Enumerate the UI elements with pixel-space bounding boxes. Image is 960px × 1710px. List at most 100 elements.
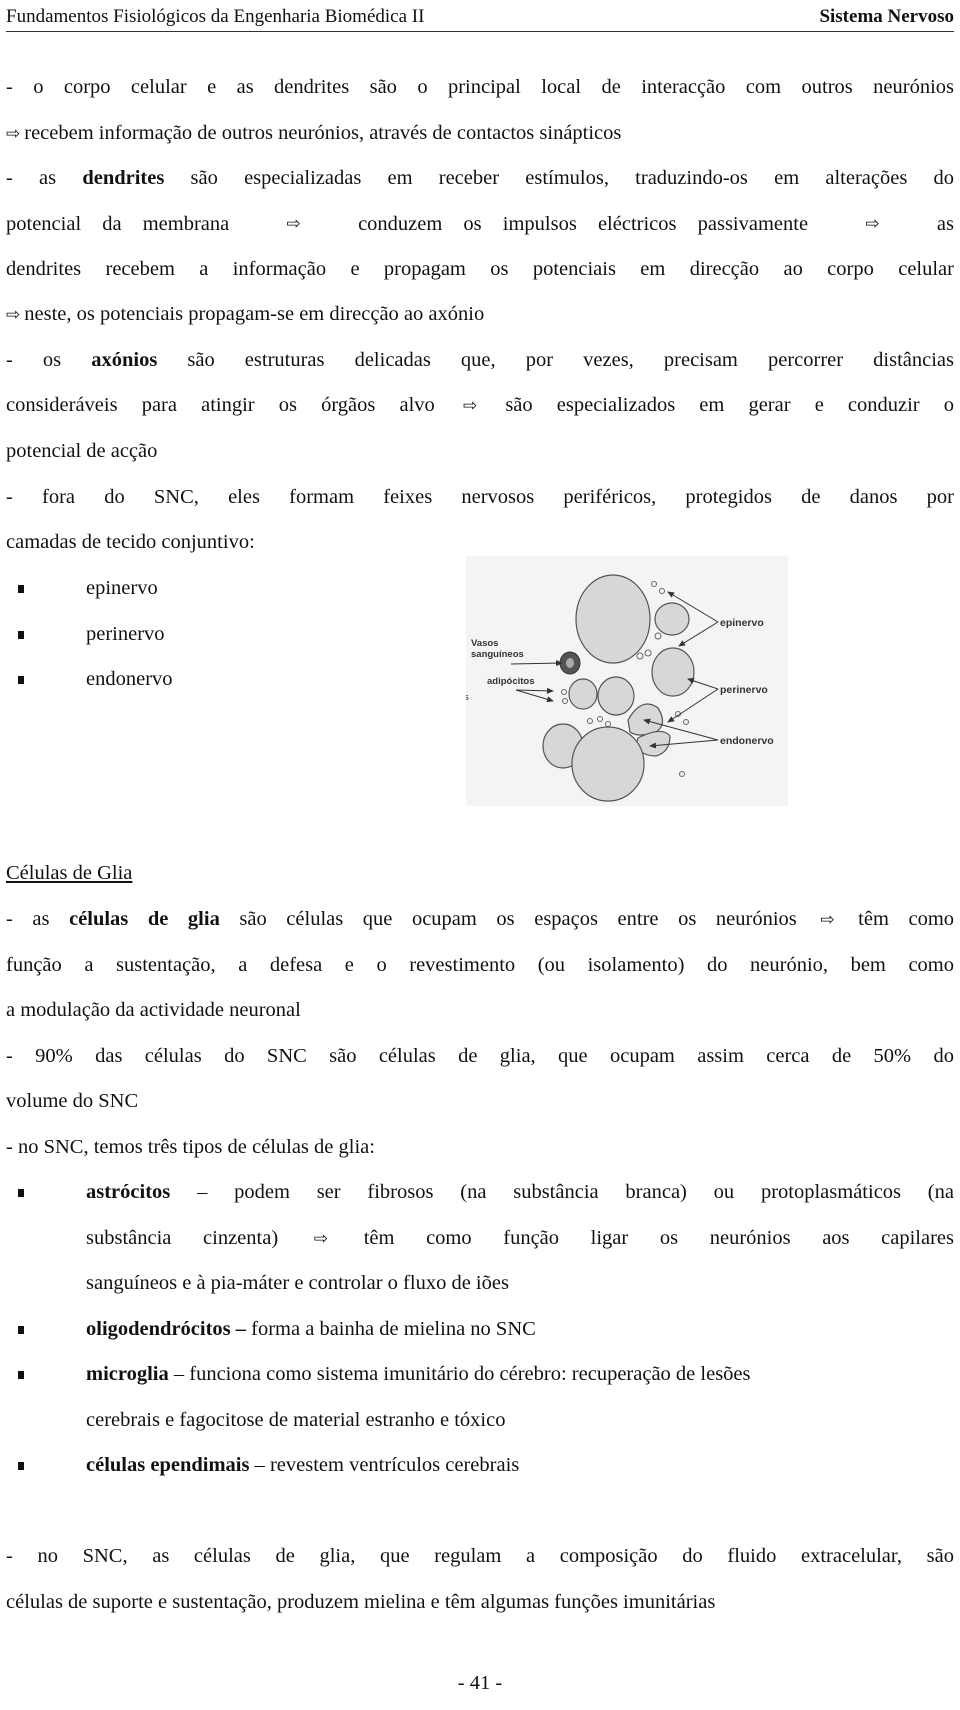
text: consideráveis para atingir os órgãos alv… — [6, 394, 435, 416]
text-line: sanguíneos e à pia-máter e controlar o f… — [6, 1268, 954, 1298]
list-item: células ependimais – revestem ventrículo… — [6, 1450, 954, 1480]
text: recebem informação de outros neurónios, … — [24, 122, 622, 144]
fascicle — [568, 678, 598, 710]
text-line: a modulação da actividade neuronal — [6, 995, 954, 1025]
list-item: astrócitos – podem ser fibrosos (na subs… — [6, 1177, 954, 1207]
text: - o corpo celular e as dendrites são o p… — [6, 76, 954, 98]
bold-term: dendrites — [82, 167, 165, 189]
text-line: - no SNC, temos três tipos de células de… — [6, 1132, 954, 1162]
text: dendrites recebem a informação e propaga… — [6, 258, 954, 280]
list-item-label: endonervo — [86, 668, 173, 690]
fascicle — [571, 726, 645, 802]
text-line: volume do SNC — [6, 1086, 954, 1116]
text: conduzem os impulsos eléctricos passivam… — [358, 213, 809, 235]
arrow-icon: ⇨ — [6, 124, 21, 144]
text-line: - o corpo celular e as dendrites são o p… — [6, 72, 954, 102]
bold-term: células ependimais — [86, 1454, 250, 1476]
text: volume do SNC — [6, 1090, 139, 1112]
pointer-arrow — [687, 678, 719, 690]
bold-term: axónios — [91, 349, 158, 371]
text: potencial de acção — [6, 440, 158, 462]
fascicle — [651, 647, 695, 697]
bold-term: microglia — [86, 1363, 169, 1385]
text: - no SNC, as células de glia, que regula… — [6, 1545, 954, 1567]
arrow-icon: ⇨ — [313, 1229, 329, 1249]
bold-term: oligodendrócitos – — [86, 1318, 247, 1340]
text: - 90% das células do SNC são células de … — [6, 1045, 954, 1067]
figure-label-vasos: Vasos — [471, 638, 498, 649]
text-line: camadas de tecido conjuntivo: — [6, 527, 954, 557]
text-line: substância cinzenta) ⇨ têm como função l… — [6, 1223, 954, 1253]
bullet-icon — [18, 676, 24, 684]
text-line: consideráveis para atingir os órgãos alv… — [6, 390, 954, 420]
figure-label-sanguineos: sanguíneos — [471, 649, 524, 660]
arrow-icon: ⇨ — [462, 396, 478, 416]
list-item-label: epinervo — [86, 577, 158, 599]
text-line: - os axónios são estruturas delicadas qu… — [6, 345, 954, 375]
page-header: Fundamentos Fisiológicos da Engenharia B… — [6, 0, 954, 32]
pointer-arrow — [510, 660, 563, 667]
text: - os — [6, 349, 92, 371]
pointer-arrow — [515, 689, 554, 703]
text: a modulação da actividade neuronal — [6, 999, 301, 1021]
text-line: função a sustentação, a defesa e o reves… — [6, 950, 954, 980]
text: sanguíneos e à pia-máter e controlar o f… — [86, 1272, 509, 1294]
text: – funciona como sistema imunitário do cé… — [168, 1363, 751, 1385]
text: são células que ocupam os espaços entre … — [219, 908, 797, 930]
text: potencial da membrana — [6, 213, 230, 235]
list-item-label: perinervo — [86, 623, 165, 645]
text: forma a bainha de mielina no SNC — [246, 1318, 536, 1340]
text-line: células de suporte e sustentação, produz… — [6, 1587, 954, 1617]
text: as — [936, 213, 954, 235]
text: cerebrais e fagocitose de material estra… — [86, 1409, 506, 1431]
text-line: - 90% das células do SNC são células de … — [6, 1041, 954, 1071]
bold-term: astrócitos — [86, 1181, 171, 1203]
text: - no SNC, temos três tipos de células de… — [6, 1136, 375, 1158]
text-line: - fora do SNC, eles formam feixes nervos… — [6, 482, 954, 512]
section-heading: Células de Glia — [6, 858, 954, 888]
figure-label-perinervo: perinervo — [720, 684, 768, 696]
fascicle — [654, 602, 690, 636]
figure-label-endonervo: endonervo — [720, 735, 774, 747]
bullet-icon — [18, 1462, 24, 1470]
bullet-icon — [18, 1371, 24, 1379]
text-line: - as dendrites são especializadas em rec… — [6, 163, 954, 193]
course-title: Fundamentos Fisiológicos da Engenharia B… — [6, 6, 425, 27]
figure-stray-letter: s — [466, 692, 469, 703]
text: substância cinzenta) — [86, 1227, 279, 1249]
text: – revestem ventrículos cerebrais — [249, 1454, 520, 1476]
text-line: dendrites recebem a informação e propaga… — [6, 254, 954, 284]
arrow-icon: ⇨ — [6, 305, 21, 325]
arrow-icon: ⇨ — [865, 214, 880, 234]
figure-label-epinervo: epinervo — [720, 617, 764, 629]
text: são especializados em gerar e conduzir o — [505, 394, 955, 416]
text: células de suporte e sustentação, produz… — [6, 1591, 716, 1613]
text: são estruturas delicadas que, por vezes,… — [157, 349, 954, 371]
text: - as — [6, 167, 83, 189]
heading-text: Células de Glia — [6, 862, 133, 884]
text-line: potencial da membrana ⇨ conduzem os impu… — [6, 209, 954, 239]
figure-label-adipocitos: adipócitos — [487, 676, 535, 687]
text-line: ⇨ neste, os potenciais propagam-se em dir… — [6, 299, 954, 329]
bullet-icon — [18, 585, 24, 593]
text: camadas de tecido conjuntivo: — [6, 531, 255, 553]
fascicle — [597, 676, 635, 716]
text-line: cerebrais e fagocitose de material estra… — [6, 1405, 954, 1435]
section-title: Sistema Nervoso — [819, 6, 954, 27]
page-number: - 41 - — [457, 1672, 503, 1694]
arrow-icon: ⇨ — [286, 214, 301, 234]
bullet-icon — [18, 1189, 24, 1197]
bullet-icon — [18, 1326, 24, 1334]
bullet-icon — [18, 631, 24, 639]
text: - as — [6, 908, 70, 930]
text: são especializadas em receber estímulos,… — [164, 167, 955, 189]
list-item: oligodendrócitos – forma a bainha de mie… — [6, 1314, 954, 1344]
text-line: - as células de glia são células que ocu… — [6, 904, 954, 934]
text-line: ⇨ recebem informação de outros neurónios,… — [6, 118, 954, 148]
text: função a sustentação, a defesa e o reves… — [6, 954, 954, 976]
pointer-arrow — [515, 687, 554, 694]
arrow-icon: ⇨ — [820, 910, 835, 930]
nerve-cross-section-figure: Vasos sanguíneos adipócitos epinervo per… — [466, 556, 788, 806]
text: têm como — [858, 908, 955, 930]
text: têm como função ligar os neurónios aos c… — [363, 1227, 955, 1249]
